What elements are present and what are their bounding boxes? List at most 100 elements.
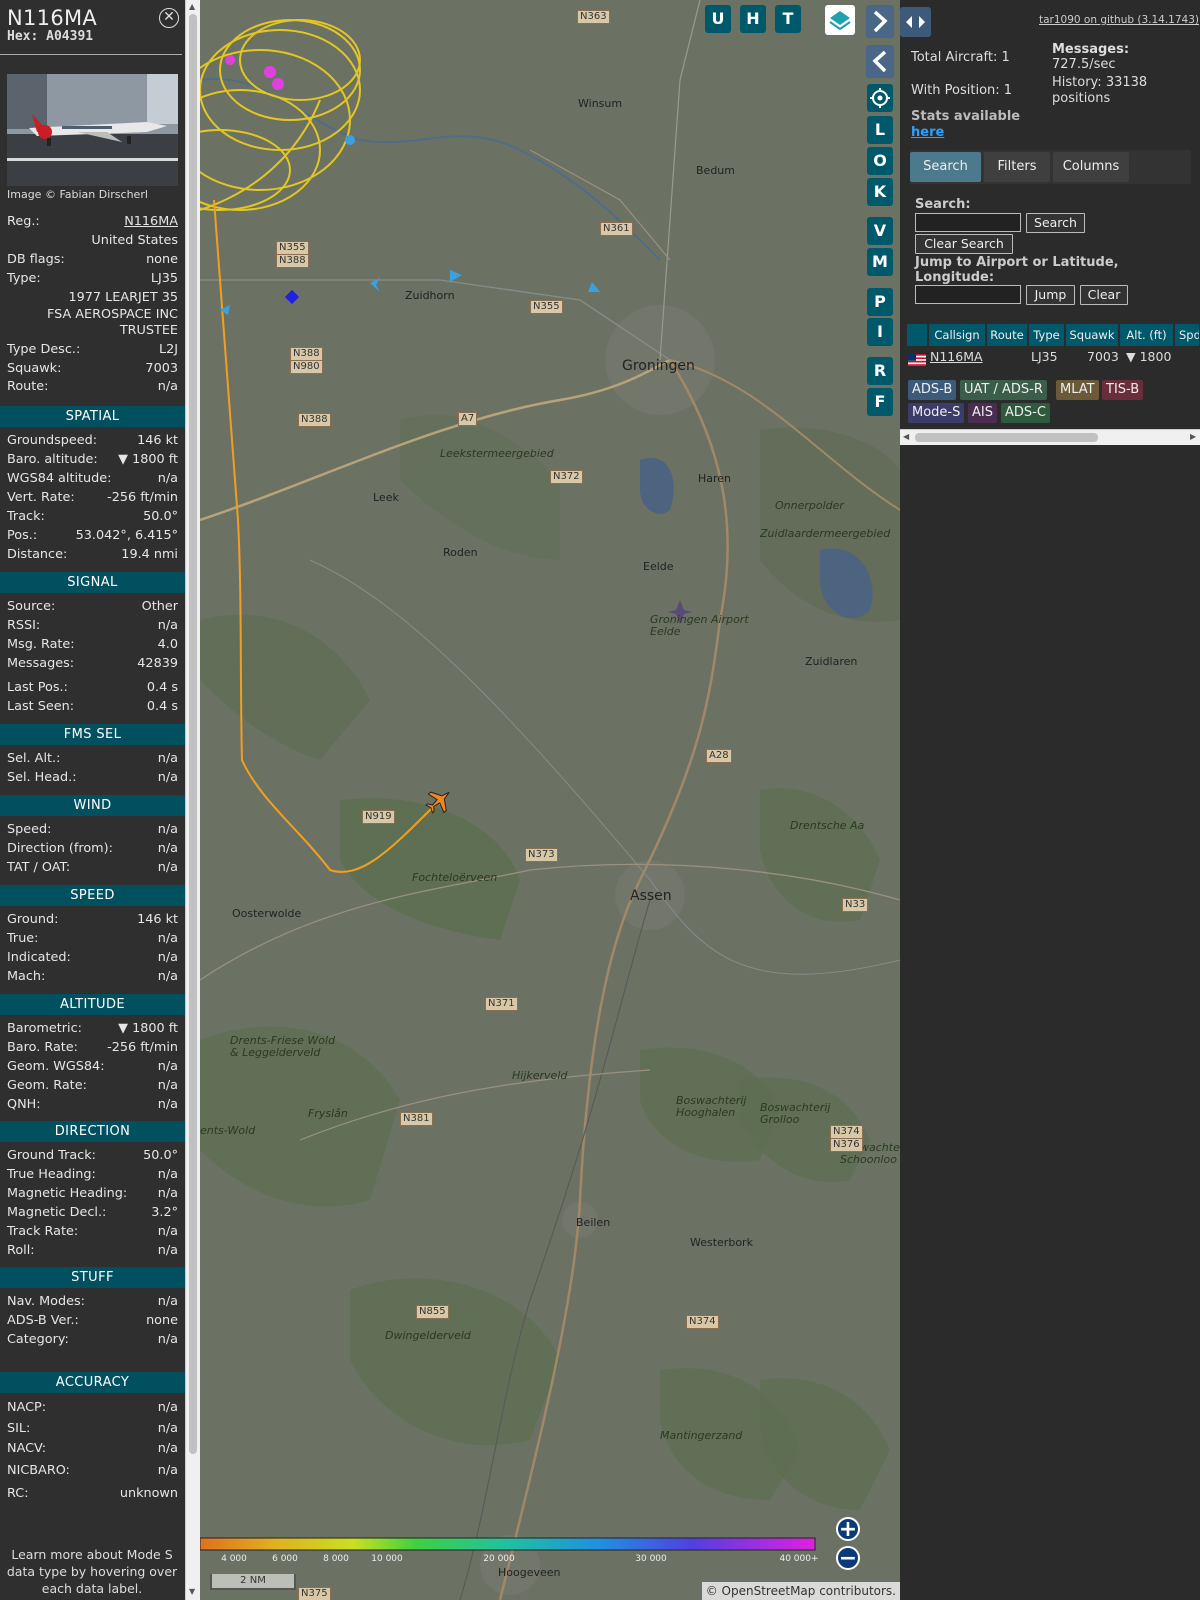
legend-item: MLAT — [1056, 380, 1099, 400]
scroll-left-arrow-icon[interactable]: ◀ — [903, 432, 909, 441]
colorbar-tick-label: 8 000 — [323, 1554, 349, 1564]
messages-label: Messages: — [1052, 42, 1130, 57]
info-row: Ground Track: 50.0° — [7, 1147, 178, 1165]
info-row-label: NACV: — [7, 1441, 47, 1456]
map-button-f[interactable]: F — [867, 388, 893, 416]
legend-item: ADS-B — [908, 380, 957, 400]
map-place-label: Leekstermeergebied — [440, 447, 554, 460]
info-row: Msg. Rate: 4.0 — [7, 636, 178, 654]
map-button-p[interactable]: P — [867, 288, 893, 316]
scrollbar-thumb[interactable] — [189, 14, 197, 1454]
section-header-stuff: STUFF — [0, 1267, 185, 1288]
map-place-label: Winsum — [578, 97, 623, 110]
close-icon[interactable]: ✕ — [159, 8, 179, 28]
info-row: TRUSTEE — [7, 322, 178, 340]
stats-link[interactable]: here — [911, 125, 944, 140]
map-place-label: Leek — [373, 491, 399, 504]
map-button-u[interactable]: U — [705, 5, 731, 33]
info-row-value: n/a — [157, 1421, 178, 1436]
collapse-left-icon[interactable] — [866, 45, 894, 78]
info-row: Nav. Modes: n/a — [7, 1293, 178, 1311]
map-canvas[interactable] — [200, 0, 900, 1600]
scale-bar: 2 NM — [210, 1574, 296, 1590]
layers-icon[interactable] — [825, 5, 855, 35]
info-row: Ground: 146 kt — [7, 911, 178, 929]
map-road-label: N374 — [686, 1315, 719, 1329]
map-button-l[interactable]: L — [867, 116, 893, 144]
map-place-label: Drents-Friese Wold & Leggelderveld — [230, 1034, 336, 1059]
map-button-m[interactable]: M — [867, 248, 893, 276]
info-row-label: Roll: — [7, 1243, 35, 1258]
map-button-i[interactable]: I — [867, 318, 893, 346]
map-view[interactable]: Winsum Bedum Zuidhorn Groningen Haren Leek Rod… — [200, 0, 900, 1600]
search-button[interactable]: Search — [1026, 213, 1085, 233]
search-input[interactable] — [915, 213, 1021, 232]
tab-filters[interactable]: Filters — [984, 152, 1050, 182]
colorbar-tick-label: 10 000 — [371, 1554, 403, 1564]
map-button-h[interactable]: H — [740, 5, 766, 33]
column-type[interactable]: Type — [1029, 324, 1065, 346]
info-row-label: Last Seen: — [7, 699, 75, 714]
column-flag[interactable] — [907, 324, 928, 346]
info-row: Last Pos.: 0.4 s — [7, 679, 178, 697]
github-link[interactable]: tar1090 on github (3.14.1743) — [1039, 14, 1199, 26]
with-position: With Position: 1 — [911, 83, 1013, 98]
info-row-value: 50.0° — [143, 509, 178, 524]
sidebar-panel: tar1090 on github (3.14.1743) Total Airc… — [900, 0, 1200, 1600]
jump-input[interactable] — [915, 285, 1021, 304]
zoom-in-icon[interactable]: + — [836, 1517, 860, 1541]
section-header-spatial: SPATIAL — [0, 406, 185, 427]
map-button-r[interactable]: R — [867, 357, 893, 385]
info-row-label: True: — [7, 931, 39, 946]
column-callsign[interactable]: Callsign — [929, 324, 986, 346]
info-row-label: Route: — [7, 379, 49, 394]
table-horizontal-scrollbar[interactable]: ◀ ▶ — [900, 429, 1200, 445]
info-row: Magnetic Heading: n/a — [7, 1185, 178, 1203]
section-header-fms: FMS SEL — [0, 724, 185, 745]
map-road-label: N361 — [600, 222, 633, 236]
scrollbar-thumb[interactable] — [915, 433, 1098, 442]
settings-gear-icon[interactable] — [867, 84, 893, 112]
colorbar-tick-label: 20 000 — [483, 1554, 515, 1564]
column-speed[interactable]: Spd — [1175, 324, 1200, 346]
info-row-label: Squawk: — [7, 361, 62, 376]
clear-search-button[interactable]: Clear Search — [915, 234, 1013, 254]
map-button-t[interactable]: T — [775, 5, 801, 33]
info-row: Category: n/a — [7, 1331, 178, 1349]
sidebar-tabs: Search Filters Columns — [910, 150, 1191, 184]
tab-search[interactable]: Search — [910, 152, 981, 182]
aircraft-photo[interactable] — [7, 74, 178, 186]
map-button-v[interactable]: V — [867, 217, 893, 245]
info-row: Type: LJ35 — [7, 270, 178, 288]
jump-button[interactable]: Jump — [1026, 285, 1075, 305]
info-row-label: Barometric: — [7, 1021, 82, 1036]
row-callsign[interactable]: N116MA — [930, 348, 983, 366]
info-panel-scrollbar[interactable]: ▲ ▼ — [185, 0, 200, 1600]
info-row-label: Vert. Rate: — [7, 490, 75, 505]
info-row: United States — [7, 232, 178, 250]
info-row-value: n/a — [157, 969, 178, 984]
scroll-right-arrow-icon[interactable]: ▶ — [1190, 432, 1196, 441]
info-row: Speed: n/a — [7, 821, 178, 839]
scroll-up-arrow-icon[interactable]: ▲ — [189, 3, 195, 11]
info-row-label: Mach: — [7, 969, 46, 984]
map-attribution[interactable]: © OpenStreetMap contributors. — [701, 1582, 900, 1600]
map-button-o[interactable]: O — [867, 147, 893, 175]
map-place-label: Haren — [698, 472, 732, 485]
map-place-label: Dwingelderveld — [385, 1329, 471, 1342]
info-row-label: Geom. WGS84: — [7, 1059, 105, 1074]
zoom-out-icon[interactable]: − — [836, 1546, 860, 1570]
aircraft-header: N116MA Hex: A04391 — [0, 0, 182, 55]
column-altitude[interactable]: Alt. (ft) — [1120, 324, 1174, 346]
expand-right-icon[interactable] — [866, 5, 894, 38]
column-squawk[interactable]: Squawk — [1066, 324, 1119, 346]
tab-columns[interactable]: Columns — [1053, 152, 1129, 182]
info-row: Sel. Alt.: n/a — [7, 750, 178, 768]
info-row-value[interactable]: N116MA — [124, 213, 178, 231]
sidebar-toggle-icon[interactable] — [900, 7, 931, 37]
info-row: Track: 50.0° — [7, 508, 178, 526]
scroll-down-arrow-icon[interactable]: ▼ — [189, 1588, 195, 1596]
column-route[interactable]: Route — [987, 324, 1028, 346]
map-button-k[interactable]: K — [867, 178, 893, 206]
clear-button[interactable]: Clear — [1080, 285, 1128, 305]
